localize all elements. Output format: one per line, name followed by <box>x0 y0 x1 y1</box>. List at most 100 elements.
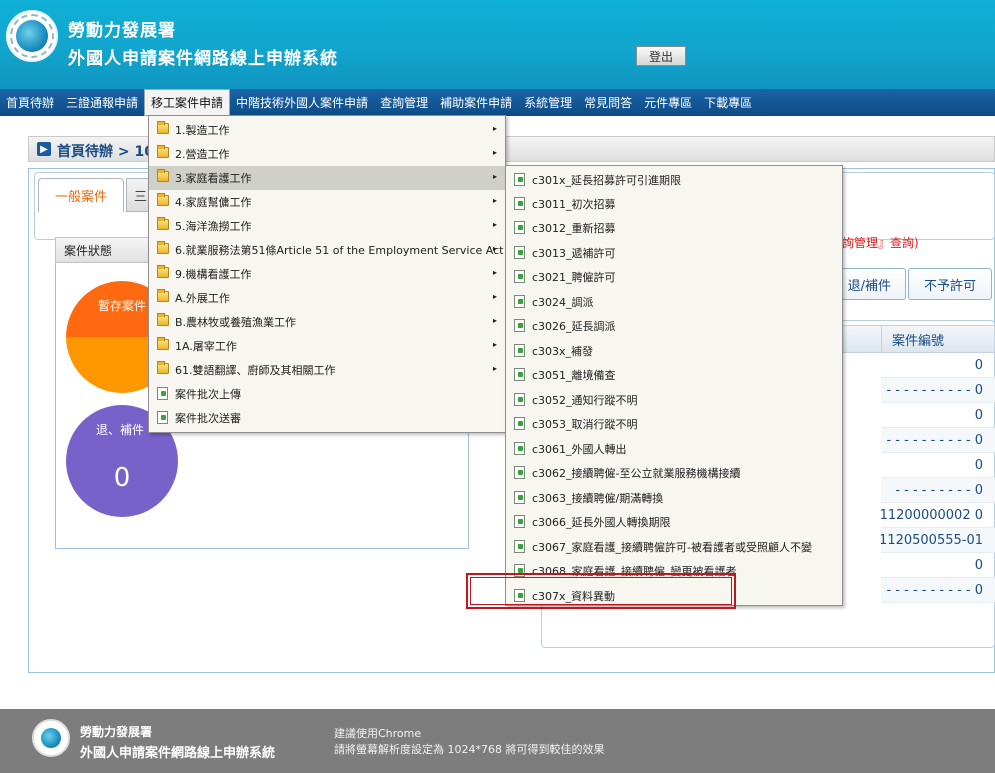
document-icon <box>514 515 525 528</box>
case-number-header: 案件編號 <box>881 325 995 353</box>
document-icon <box>514 344 525 357</box>
nav-item-home-todo[interactable]: 首頁待辦 <box>0 89 60 116</box>
home-care-submenu: c301x_延長招募許可引進期限 c3011_初次招募 c3012_重新招募 c… <box>505 165 843 606</box>
table-row-case-number[interactable]: - - - - - - - - - - 0 <box>881 378 995 403</box>
menu-item-domestic-helper[interactable]: 4.家庭幫傭工作 ▸ <box>149 190 505 214</box>
submenu-item-c303x[interactable]: c303x_補發 <box>506 339 842 363</box>
return-cases-count: 0 <box>113 463 131 493</box>
document-icon <box>514 221 525 234</box>
footer-logo <box>32 719 70 757</box>
menu-item-construction[interactable]: 2.營造工作 ▸ <box>149 142 505 166</box>
document-icon <box>157 411 168 424</box>
menu-item-article-51[interactable]: 6.就業服務法第51條Article 51 of the Employment … <box>149 238 505 262</box>
document-icon <box>514 491 525 504</box>
page-header: 勞動力發展署 外國人申請案件網路線上申辦系統 登出 <box>0 0 995 89</box>
menu-item-outreach[interactable]: A.外展工作 ▸ <box>149 286 505 310</box>
tab-general-cases[interactable]: 一般案件 <box>38 178 124 212</box>
menu-item-institutional-care[interactable]: 9.機構看護工作 ▸ <box>149 262 505 286</box>
main-nav: 首頁待辦 三證通報申請 移工案件申請 中階技術外國人案件申請 查詢管理 補助案件… <box>0 89 995 116</box>
submenu-item-c301x[interactable]: c301x_延長招募許可引進期限 <box>506 168 842 192</box>
submenu-item-c3067[interactable]: c3067_家庭看護_接續聘僱許可-被看護者或受照顧人不變 <box>506 535 842 559</box>
folder-icon <box>157 121 169 134</box>
document-icon <box>514 295 525 308</box>
submenu-item-c3011[interactable]: c3011_初次招募 <box>506 192 842 216</box>
table-row-case-number[interactable]: 0 <box>881 403 995 428</box>
chevron-right-icon: ▸ <box>492 316 497 325</box>
nav-item-query[interactable]: 查詢管理 <box>374 89 434 116</box>
submenu-item-c3026[interactable]: c3026_延長調派 <box>506 314 842 338</box>
document-icon <box>514 442 525 455</box>
table-row-case-number[interactable]: - - - - - - - - - - 0 <box>881 428 995 453</box>
nav-item-components[interactable]: 元件專區 <box>638 89 698 116</box>
document-icon <box>514 393 525 406</box>
table-row-case-number[interactable]: 1120500555-01 <box>881 528 995 553</box>
return-supplement-button[interactable]: 退/補件 <box>832 268 906 300</box>
submenu-item-c3021[interactable]: c3021_聘僱許可 <box>506 265 842 289</box>
chevron-right-icon: ▸ <box>492 124 497 133</box>
folder-icon <box>157 289 169 302</box>
submenu-item-c3061[interactable]: c3061_外國人轉出 <box>506 437 842 461</box>
folder-icon <box>157 265 169 278</box>
table-row-case-number[interactable]: 11200000002 0 <box>881 503 995 528</box>
folder-icon <box>157 217 169 230</box>
chevron-right-icon: ▸ <box>492 340 497 349</box>
document-icon <box>514 197 525 210</box>
agency-logo <box>6 10 58 62</box>
table-row-case-number[interactable]: - - - - - - - - - 0 <box>881 478 995 503</box>
submenu-item-c3024[interactable]: c3024_調派 <box>506 290 842 314</box>
nav-item-download[interactable]: 下載專區 <box>698 89 758 116</box>
logout-button[interactable]: 登出 <box>636 46 686 66</box>
submenu-item-c3013[interactable]: c3013_遞補許可 <box>506 241 842 265</box>
nav-item-system-mgmt[interactable]: 系統管理 <box>518 89 578 116</box>
submenu-item-c3062[interactable]: c3062_接續聘僱-至公立就業服務機構接續 <box>506 461 842 485</box>
breadcrumb-text: 首頁待辦 > 10 <box>57 144 154 160</box>
chevron-right-icon: ▸ <box>492 292 497 301</box>
table-row-case-number[interactable]: 0 <box>881 453 995 478</box>
highlight-annotation <box>466 573 736 609</box>
document-icon <box>514 246 525 259</box>
submenu-item-c3051[interactable]: c3051_離境備查 <box>506 363 842 387</box>
menu-item-batch-upload[interactable]: 案件批次上傳 <box>149 382 505 406</box>
table-row-case-number[interactable]: 0 <box>881 553 995 578</box>
reject-button[interactable]: 不予許可 <box>908 268 992 300</box>
system-name: 外國人申請案件網路線上申辦系統 <box>68 49 338 69</box>
submenu-item-c3063[interactable]: c3063_接續聘僱/期滿轉換 <box>506 486 842 510</box>
submenu-item-c3012[interactable]: c3012_重新招募 <box>506 216 842 240</box>
table-row-case-number[interactable]: - - - - - - - - - - 0 <box>881 578 995 603</box>
org-name: 勞動力發展署 <box>68 21 176 41</box>
nav-item-subsidy[interactable]: 補助案件申請 <box>434 89 518 116</box>
submenu-item-c3052[interactable]: c3052_通知行蹤不明 <box>506 388 842 412</box>
folder-icon <box>157 313 169 326</box>
menu-item-agriculture[interactable]: B.農林牧或養殖漁業工作 ▸ <box>149 310 505 334</box>
footer-org-name: 勞動力發展署 <box>80 725 153 739</box>
folder-icon <box>157 241 169 254</box>
nav-item-three-cert[interactable]: 三證通報申請 <box>60 89 144 116</box>
nav-item-mid-level-tech[interactable]: 中階技術外國人案件申請 <box>230 89 374 116</box>
menu-item-marine-fishing[interactable]: 5.海洋漁撈工作 ▸ <box>149 214 505 238</box>
menu-item-slaughter[interactable]: 1A.屠宰工作 ▸ <box>149 334 505 358</box>
document-icon <box>514 173 525 186</box>
submenu-item-c3066[interactable]: c3066_延長外國人轉換期限 <box>506 510 842 534</box>
nav-item-faq[interactable]: 常見問答 <box>578 89 638 116</box>
page-footer: 勞動力發展署 外國人申請案件網路線上申辦系統 建議使用Chrome 請將螢幕解析… <box>0 709 995 773</box>
notice-text: 詢管理』查詢) <box>842 236 919 250</box>
return-cases-label: 退、補件 <box>96 423 145 437</box>
menu-item-manufacturing[interactable]: 1.製造工作 ▸ <box>149 118 505 142</box>
folder-icon <box>157 361 169 374</box>
menu-item-bilingual-chef[interactable]: 61.雙語翻譯、廚師及其相關工作 ▸ <box>149 358 505 382</box>
document-icon <box>514 417 525 430</box>
folder-icon <box>157 145 169 158</box>
footer-system-name: 外國人申請案件網路線上申辦系統 <box>80 746 276 761</box>
menu-item-batch-submit[interactable]: 案件批次送審 <box>149 406 505 430</box>
document-icon <box>157 387 168 400</box>
chevron-right-icon: ▸ <box>492 220 497 229</box>
chevron-right-icon: ▸ <box>492 148 497 157</box>
table-row-case-number[interactable]: 0 <box>881 353 995 378</box>
case-status-header: 案件狀態 <box>55 237 155 263</box>
chevron-right-icon: ▸ <box>492 268 497 277</box>
menu-item-home-care[interactable]: 3.家庭看護工作 ▸ <box>149 166 505 190</box>
nav-item-migrant-worker-case[interactable]: 移工案件申請 <box>144 89 231 116</box>
footer-resolution-note: 請將螢幕解析度設定為 1024*768 將可得到較佳的效果 <box>334 743 605 756</box>
document-icon <box>514 540 525 553</box>
submenu-item-c3053[interactable]: c3053_取消行蹤不明 <box>506 412 842 436</box>
